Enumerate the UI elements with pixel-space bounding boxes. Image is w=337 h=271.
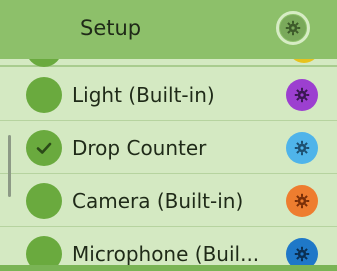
list-item[interactable]: Camera (Built-in) bbox=[0, 175, 337, 227]
gear-icon[interactable] bbox=[286, 79, 318, 111]
sensor-checkbox[interactable] bbox=[26, 59, 62, 67]
settings-button[interactable] bbox=[276, 11, 310, 45]
sensor-checkbox[interactable] bbox=[26, 130, 62, 166]
list-item[interactable]: Light (Built-in) bbox=[0, 69, 337, 121]
sensor-settings-icon[interactable] bbox=[288, 59, 320, 63]
sensor-checkbox[interactable] bbox=[26, 77, 62, 113]
gear-icon bbox=[280, 15, 306, 41]
gear-icon[interactable] bbox=[286, 185, 318, 217]
app-header: Setup bbox=[0, 0, 337, 59]
scrollbar[interactable] bbox=[8, 135, 11, 197]
checkmark-icon bbox=[36, 142, 52, 154]
sensor-label: Camera (Built-in) bbox=[72, 189, 244, 213]
page-title: Setup bbox=[80, 16, 142, 40]
sensor-label: Light (Built-in) bbox=[72, 83, 215, 107]
sensor-label: Microphone (Buil... bbox=[72, 242, 260, 266]
sensor-checkbox[interactable] bbox=[26, 183, 62, 219]
list-item[interactable]: Drop Counter bbox=[0, 122, 337, 174]
list-item[interactable] bbox=[0, 59, 337, 67]
gear-icon[interactable] bbox=[286, 132, 318, 164]
sensor-list[interactable]: Light (Built-in) Drop Counter Camera (Bu… bbox=[0, 59, 337, 271]
bottom-bar bbox=[0, 265, 337, 271]
sensor-label: Drop Counter bbox=[72, 136, 207, 160]
